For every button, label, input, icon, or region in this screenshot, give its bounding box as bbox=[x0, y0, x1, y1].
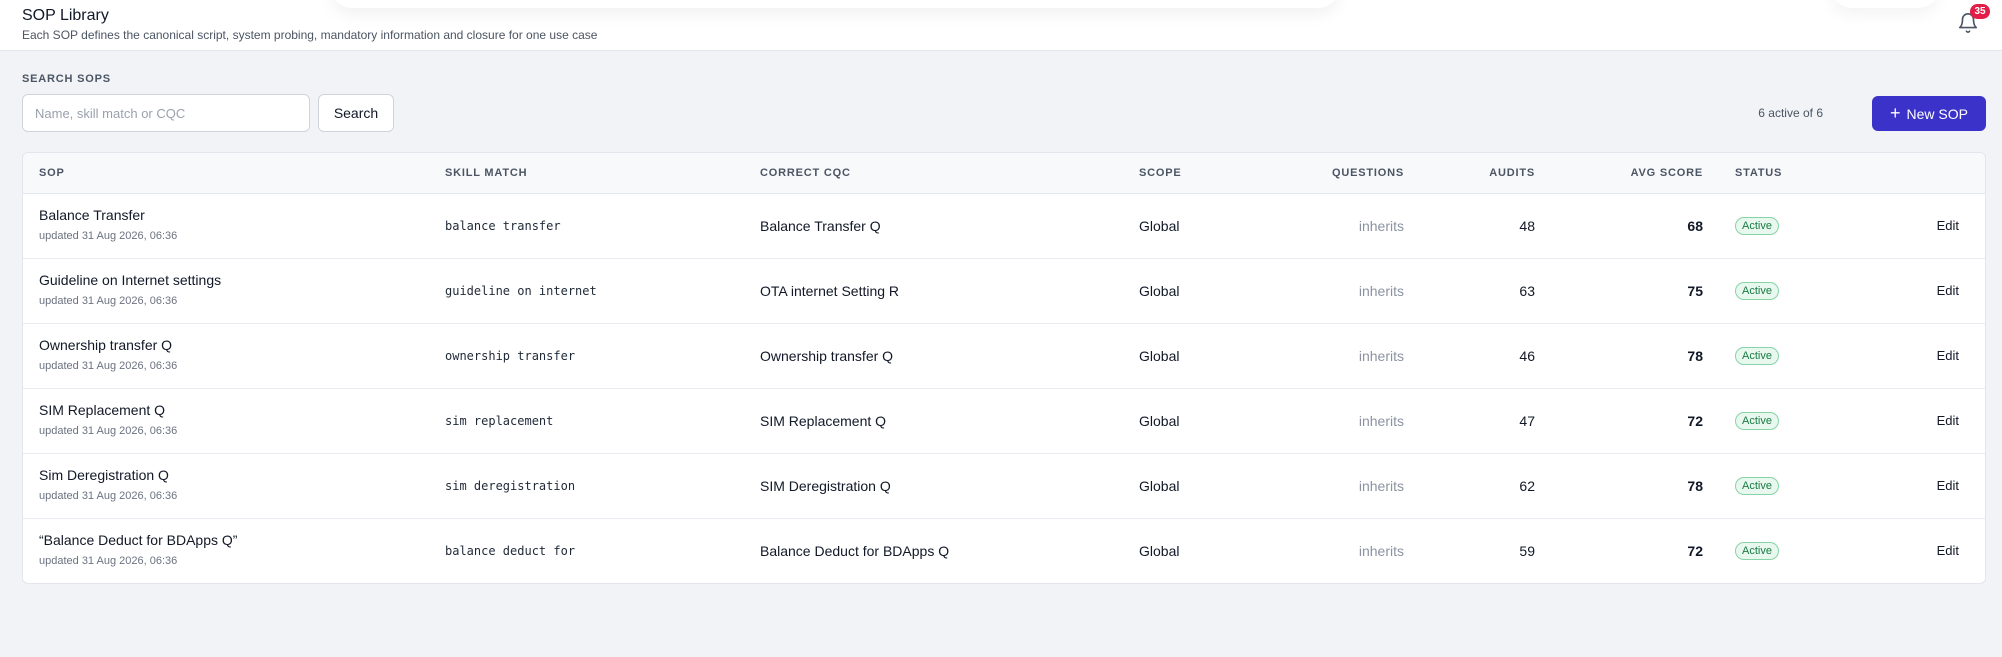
audits-count: 48 bbox=[1519, 218, 1535, 234]
table-row: “Balance Deduct for BDApps Q” updated 31… bbox=[23, 519, 1985, 583]
status-badge: Active bbox=[1735, 282, 1779, 300]
audits-count: 46 bbox=[1519, 348, 1535, 364]
new-sop-button[interactable]: + New SOP bbox=[1872, 96, 1986, 131]
top-bar-glow bbox=[330, 0, 1340, 8]
skill-match: sim deregistration bbox=[445, 479, 576, 493]
page-subtitle: Each SOP defines the canonical script, s… bbox=[22, 28, 598, 42]
edit-button[interactable]: Edit bbox=[1937, 348, 1959, 363]
sop-updated: updated 31 Aug 2026, 06:36 bbox=[39, 555, 178, 567]
avg-score: 78 bbox=[1687, 348, 1703, 364]
scope: Global bbox=[1139, 218, 1180, 234]
sop-name: Ownership transfer Q bbox=[39, 337, 173, 353]
scope: Global bbox=[1139, 348, 1180, 364]
edit-button[interactable]: Edit bbox=[1937, 478, 1959, 493]
avg-score: 75 bbox=[1687, 283, 1703, 299]
skill-match: balance transfer bbox=[445, 219, 561, 233]
column-header-audits: AUDITS bbox=[1489, 167, 1535, 179]
column-header-correct-cqc: CORRECT CQC bbox=[760, 167, 851, 179]
sop-updated: updated 31 Aug 2026, 06:36 bbox=[39, 425, 178, 437]
correct-cqc: SIM Replacement Q bbox=[760, 413, 887, 429]
sop-updated: updated 31 Aug 2026, 06:36 bbox=[39, 360, 178, 372]
column-header-questions: QUESTIONS bbox=[1332, 167, 1404, 179]
avg-score: 72 bbox=[1687, 413, 1703, 429]
status-badge: Active bbox=[1735, 412, 1779, 430]
sop-updated: updated 31 Aug 2026, 06:36 bbox=[39, 490, 178, 502]
questions: inherits bbox=[1358, 413, 1404, 429]
new-sop-label: New SOP bbox=[1906, 105, 1968, 122]
search-button[interactable]: Search bbox=[318, 94, 394, 132]
column-header-scope: SCOPE bbox=[1139, 167, 1182, 179]
questions: inherits bbox=[1358, 283, 1404, 299]
column-header-avg-score: AVG SCORE bbox=[1630, 167, 1703, 179]
edit-button[interactable]: Edit bbox=[1937, 543, 1959, 558]
questions: inherits bbox=[1358, 348, 1404, 364]
sop-name: SIM Replacement Q bbox=[39, 402, 166, 418]
status-badge: Active bbox=[1735, 477, 1779, 495]
edit-button[interactable]: Edit bbox=[1937, 413, 1959, 428]
page-title: SOP Library bbox=[22, 7, 109, 24]
skill-match: guideline on internet bbox=[445, 284, 597, 298]
audits-count: 59 bbox=[1519, 543, 1535, 559]
search-input[interactable] bbox=[22, 94, 310, 132]
sop-name: Guideline on Internet settings bbox=[39, 272, 222, 288]
table-header: SOP SKILL MATCH CORRECT CQC SCOPE QUESTI… bbox=[23, 153, 1985, 194]
scope: Global bbox=[1139, 478, 1180, 494]
table-row: SIM Replacement Q updated 31 Aug 2026, 0… bbox=[23, 389, 1985, 454]
table-row: Guideline on Internet settings updated 3… bbox=[23, 259, 1985, 324]
scope: Global bbox=[1139, 283, 1180, 299]
sop-name: Balance Transfer bbox=[39, 207, 145, 223]
questions: inherits bbox=[1358, 543, 1404, 559]
column-header-skill-match: SKILL MATCH bbox=[445, 167, 528, 179]
edit-button[interactable]: Edit bbox=[1937, 283, 1959, 298]
avg-score: 72 bbox=[1687, 543, 1703, 559]
top-bar: SOP Library Each SOP defines the canonic… bbox=[0, 0, 2002, 51]
avg-score: 68 bbox=[1687, 218, 1703, 234]
edit-button[interactable]: Edit bbox=[1937, 218, 1959, 233]
scope: Global bbox=[1139, 543, 1180, 559]
plus-icon: + bbox=[1890, 102, 1901, 123]
skill-match: ownership transfer bbox=[445, 349, 576, 363]
scope: Global bbox=[1139, 413, 1180, 429]
avg-score: 78 bbox=[1687, 478, 1703, 494]
skill-match: sim replacement bbox=[445, 414, 554, 428]
questions: inherits bbox=[1358, 478, 1404, 494]
correct-cqc: Ownership transfer Q bbox=[760, 348, 894, 364]
table-row: Balance Transfer updated 31 Aug 2026, 06… bbox=[23, 194, 1985, 259]
search-label: SEARCH SOPS bbox=[22, 73, 111, 85]
sop-table: SOP SKILL MATCH CORRECT CQC SCOPE QUESTI… bbox=[22, 152, 1986, 584]
questions: inherits bbox=[1358, 218, 1404, 234]
correct-cqc: Balance Transfer Q bbox=[760, 218, 881, 234]
audits-count: 47 bbox=[1519, 413, 1535, 429]
active-count-text: 6 active of 6 bbox=[1758, 106, 1823, 120]
column-header-status: STATUS bbox=[1735, 167, 1783, 179]
table-row: Sim Deregistration Q updated 31 Aug 2026… bbox=[23, 454, 1985, 519]
sop-name: Sim Deregistration Q bbox=[39, 467, 169, 483]
correct-cqc: OTA internet Setting R bbox=[760, 283, 900, 299]
status-badge: Active bbox=[1735, 347, 1779, 365]
top-bar-glow-right bbox=[1830, 0, 1940, 8]
notification-count-badge: 35 bbox=[1970, 4, 1990, 19]
column-header-sop: SOP bbox=[39, 167, 65, 179]
audits-count: 62 bbox=[1519, 478, 1535, 494]
audits-count: 63 bbox=[1519, 283, 1535, 299]
status-badge: Active bbox=[1735, 542, 1779, 560]
correct-cqc: SIM Deregistration Q bbox=[760, 478, 891, 494]
sop-updated: updated 31 Aug 2026, 06:36 bbox=[39, 230, 178, 242]
sop-updated: updated 31 Aug 2026, 06:36 bbox=[39, 295, 178, 307]
correct-cqc: Balance Deduct for BDApps Q bbox=[760, 543, 950, 559]
skill-match: balance deduct for bbox=[445, 544, 576, 558]
status-badge: Active bbox=[1735, 217, 1779, 235]
sop-name: “Balance Deduct for BDApps Q” bbox=[39, 532, 238, 548]
table-row: Ownership transfer Q updated 31 Aug 2026… bbox=[23, 324, 1985, 389]
